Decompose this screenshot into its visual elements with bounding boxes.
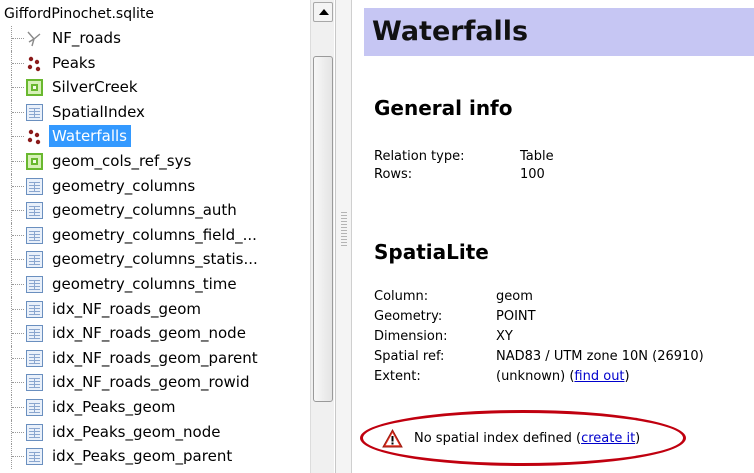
tree-item-nf-roads[interactable]: NF_roads (0, 26, 310, 51)
extent-close-paren: ) (624, 369, 630, 384)
table-icon (26, 374, 43, 392)
tree-item-label: idx_NF_roads_geom (52, 299, 201, 318)
relation-type-label: Relation type: (374, 149, 465, 164)
tree-item-label: geom_cols_ref_sys (52, 151, 192, 170)
dimension-label: Dimension: (374, 329, 448, 344)
tree-item-geometry-columns-statistics[interactable]: geometry_columns_statis... (0, 247, 310, 272)
tree-item-idx-nf-roads-geom[interactable]: idx_NF_roads_geom (0, 296, 310, 322)
tree-item-label: geometry_columns (52, 176, 196, 195)
tree-item-geom-cols-ref-sys[interactable]: geom_cols_ref_sys (0, 148, 310, 174)
table-icon (26, 398, 43, 416)
rows-row: Rows: 100 (374, 166, 545, 184)
tree-item-label: geometry_columns_statis... (52, 250, 258, 269)
tree-item-spatialindex[interactable]: SpatialIndex (0, 99, 310, 125)
tree-item-label: geometry_columns_auth (52, 201, 237, 220)
layer-tree-panel: GiffordPinochet.sqlite NF_roads Peaks Si… (0, 0, 336, 473)
line-layer-icon (26, 30, 43, 47)
tree-item-label: SpatialIndex (52, 102, 145, 121)
polygon-layer-icon (26, 79, 43, 97)
create-it-link[interactable]: create it (581, 431, 635, 446)
table-icon (26, 325, 43, 343)
tree-item-label: idx_Peaks_geom_node (52, 422, 221, 441)
page-title: Waterfalls (372, 16, 529, 47)
tree-item-label: Waterfalls (49, 125, 131, 148)
geometry-value: POINT (496, 309, 536, 324)
geometry-row: Geometry: POINT (374, 308, 536, 326)
scroll-up-arrow-icon[interactable] (313, 2, 333, 22)
panel-splitter[interactable] (336, 0, 352, 473)
layer-tree-list: NF_roads Peaks SilverCreek SpatialIndex (0, 26, 310, 469)
tree-item-idx-nf-roads-geom-node[interactable]: idx_NF_roads_geom_node (0, 321, 310, 346)
tree-item-label: Peaks (52, 53, 96, 72)
tree-item-label: idx_NF_roads_geom_node (52, 324, 246, 343)
spatial-ref-label: Spatial ref: (374, 349, 445, 364)
tree-item-label: NF_roads (52, 29, 121, 47)
tree-item-idx-peaks-geom-parent[interactable]: idx_Peaks_geom_parent (0, 444, 310, 469)
dimension-value: XY (496, 329, 513, 344)
point-layer-icon (26, 128, 43, 145)
tree-item-idx-nf-roads-geom-parent[interactable]: idx_NF_roads_geom_parent (0, 345, 310, 371)
table-icon (26, 275, 43, 293)
polygon-layer-icon (26, 152, 43, 170)
tree-item-geometry-columns[interactable]: geometry_columns (0, 173, 310, 199)
general-info-heading: General info (374, 96, 513, 120)
table-icon (26, 202, 43, 220)
spatial-ref-value: NAD83 / UTM zone 10N (26910) (496, 349, 704, 364)
rows-value: 100 (520, 167, 545, 182)
extent-value-text: (unknown) ( (496, 369, 575, 384)
table-icon (26, 103, 43, 121)
point-layer-icon (26, 55, 43, 72)
tree-item-silvercreek[interactable]: SilverCreek (0, 75, 310, 100)
column-value: geom (496, 289, 533, 304)
find-out-link[interactable]: find out (574, 369, 624, 384)
splitter-grip-icon[interactable] (341, 212, 347, 246)
warning-icon (382, 428, 403, 448)
tree-item-label: idx_Peaks_geom_parent (52, 447, 233, 466)
table-icon (26, 226, 43, 244)
warning-message: No spatial index defined (create it) (414, 427, 640, 451)
column-row: Column: geom (374, 288, 533, 306)
spatialite-heading: SpatiaLite (374, 240, 489, 264)
tree-item-idx-nf-roads-geom-rowid[interactable]: idx_NF_roads_geom_rowid (0, 370, 310, 395)
tree-vertical-scrollbar[interactable] (310, 0, 334, 473)
dimension-row: Dimension: XY (374, 328, 513, 346)
tree-item-label: SilverCreek (52, 78, 138, 97)
tree-root-database[interactable]: GiffordPinochet.sqlite (4, 4, 154, 24)
table-icon (26, 349, 43, 367)
layer-info-panel: Waterfalls General info Relation type: T… (352, 0, 754, 473)
table-icon (26, 300, 43, 318)
table-icon (26, 423, 43, 441)
extent-row: Extent: (unknown) (find out) (374, 368, 630, 386)
scrollbar-thumb[interactable] (313, 56, 333, 402)
rows-label: Rows: (374, 167, 413, 182)
tree-item-peaks[interactable]: Peaks (0, 50, 310, 76)
title-bar: Waterfalls (364, 8, 754, 56)
table-icon (26, 251, 43, 269)
relation-type-value: Table (520, 149, 554, 164)
geometry-label: Geometry: (374, 309, 443, 324)
tree-item-geometry-columns-field[interactable]: geometry_columns_field_... (0, 222, 310, 248)
tree-item-idx-peaks-geom[interactable]: idx_Peaks_geom (0, 394, 310, 420)
column-label: Column: (374, 289, 429, 304)
tree-item-label: geometry_columns_time (52, 274, 237, 293)
tree-item-label: idx_NF_roads_geom_rowid (52, 373, 250, 392)
warning-close-paren: ) (635, 431, 641, 446)
warning-text: No spatial index defined ( (414, 431, 582, 446)
table-icon (26, 177, 43, 195)
extent-value: (unknown) (find out) (496, 368, 630, 386)
tree-item-geometry-columns-time[interactable]: geometry_columns_time (0, 271, 310, 297)
tree-item-geometry-columns-auth[interactable]: geometry_columns_auth (0, 198, 310, 223)
tree-item-label: geometry_columns_field_... (52, 225, 257, 244)
extent-label: Extent: (374, 369, 421, 384)
table-icon (26, 448, 43, 466)
tree-item-label: idx_NF_roads_geom_parent (52, 348, 258, 367)
tree-item-waterfalls[interactable]: Waterfalls (0, 124, 310, 149)
spatial-ref-row: Spatial ref: NAD83 / UTM zone 10N (26910… (374, 348, 704, 366)
tree-item-label: idx_Peaks_geom (52, 397, 176, 416)
relation-type-row: Relation type: Table (374, 148, 554, 166)
tree-item-idx-peaks-geom-node[interactable]: idx_Peaks_geom_node (0, 419, 310, 445)
